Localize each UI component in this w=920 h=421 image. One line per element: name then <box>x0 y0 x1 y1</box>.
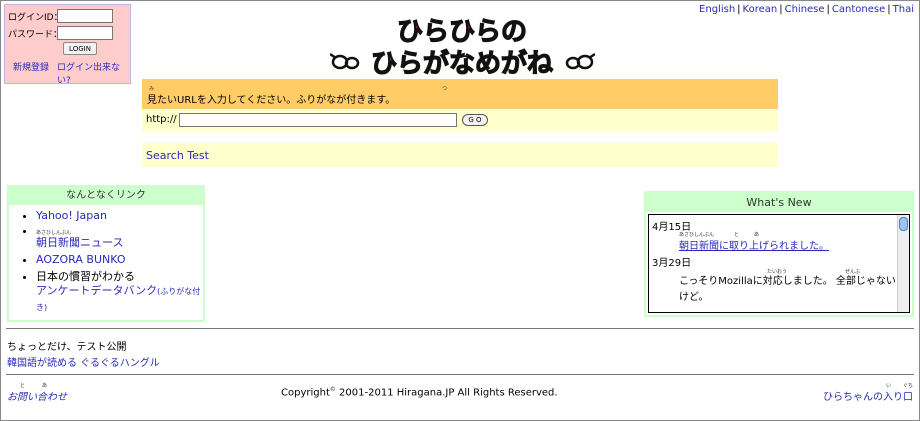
language-menu: English | Korean | Chinese | Cantonese | Thai <box>699 4 914 15</box>
url-input[interactable] <box>179 113 457 127</box>
site-logo: ひらひらの ひらがなめがね <box>330 16 595 80</box>
go-button[interactable]: G O <box>462 114 488 126</box>
search-test-row: Search Test <box>142 143 778 167</box>
logo-line2: ひらがなめがね <box>371 48 553 79</box>
glasses-right-icon <box>565 52 595 70</box>
scroll-thumb[interactable] <box>899 217 908 231</box>
news-entry-2: こっそりMozillaに対応しました。 全部じゃないけど。 <box>679 276 896 303</box>
url-prompt-bar: み つ 見たいURLを入力してください。ふりがなが付きます。 <box>142 79 778 109</box>
register-link[interactable]: 新規登録 <box>13 60 49 73</box>
login-id-input[interactable] <box>57 9 113 23</box>
lang-thai[interactable]: Thai <box>893 4 914 15</box>
links-panel: なんとなくリンク Yahoo! Japan あさひしんぶん 朝日新聞ニュース A… <box>7 185 205 322</box>
prompt-ruby-tsu: つ <box>442 86 448 92</box>
copyright-pre: Copyright <box>281 387 330 399</box>
link-yahoo-japan[interactable]: Yahoo! Japan <box>36 209 107 222</box>
login-id-label: ログインID： <box>8 13 63 23</box>
forgot-login-link[interactable]: ログイン出来ない? <box>57 60 130 86</box>
copyright-post: 2001-2011 Hiragana.JP All Rights Reserve… <box>335 387 558 399</box>
password-label: パスワード： <box>8 30 63 40</box>
list-item: Yahoo! Japan <box>36 209 203 222</box>
whats-new-header: What's New <box>646 193 912 212</box>
links-list: Yahoo! Japan あさひしんぶん 朝日新聞ニュース AOZORA BUN… <box>9 209 203 316</box>
lang-chinese[interactable]: Chinese <box>785 4 825 15</box>
password-input[interactable] <box>57 26 113 40</box>
login-panel: ログインID： パスワード： LOGIN 新規登録 ログイン出来ない? <box>4 4 131 86</box>
lang-korean[interactable]: Korean <box>743 4 778 15</box>
links-header: なんとなくリンク <box>9 187 203 205</box>
news-entry-1-link[interactable]: 朝日新聞に取り上げられました。 <box>679 237 829 252</box>
http-label: http:// <box>146 114 177 125</box>
contact-link[interactable]: お問い合わせ <box>7 388 67 403</box>
korean-hangul-link[interactable]: 韓国語が読める ぐるぐるハングル <box>7 354 160 369</box>
link-questionnaire-databank[interactable]: アンケートデータバンク <box>36 284 157 297</box>
entrance-link[interactable]: ひらちゃんの入り口 <box>823 388 913 403</box>
list-item: AOZORA BUNKO <box>36 253 203 266</box>
news-scrollbar[interactable] <box>897 215 909 312</box>
list-item: あさひしんぶん 朝日新聞ニュース <box>36 224 203 249</box>
login-button[interactable]: LOGIN <box>63 42 97 55</box>
glasses-left-icon <box>330 52 360 70</box>
logo-line1: ひらひらの <box>397 17 527 47</box>
divider <box>6 328 914 329</box>
whats-new-panel: What's New 4月15日 あさひしんぶん と あ 朝日新聞に取り上げられ… <box>644 191 914 317</box>
search-test-link[interactable]: Search Test <box>146 149 209 162</box>
url-prompt-text: 見たいURLを入力してください。ふりがなが付きます。 <box>147 95 396 106</box>
link-aozora-bunko[interactable]: AOZORA BUNKO <box>36 253 126 266</box>
custom-text: 日本の慣習がわかる <box>36 270 135 283</box>
test-release-text: ちょっとだけ、テスト公開 <box>7 342 127 353</box>
news-scroll-area[interactable]: 4月15日 あさひしんぶん と あ 朝日新聞に取り上げられました。 3月29日 … <box>648 214 910 313</box>
url-input-row: http:// G O <box>142 109 778 131</box>
lang-cantonese[interactable]: Cantonese <box>832 4 885 15</box>
link-asahi-news[interactable]: 朝日新聞ニュース <box>36 236 123 249</box>
copyright: Copyright© 2001-2011 Hiragana.JP All Rig… <box>281 386 558 398</box>
list-item: 日本の慣習がわかる アンケートデータバンク(ふりがな付き) <box>36 270 203 316</box>
news-date-2: 3月29日 <box>652 258 692 269</box>
lang-english[interactable]: English <box>699 4 735 15</box>
divider <box>6 374 914 375</box>
